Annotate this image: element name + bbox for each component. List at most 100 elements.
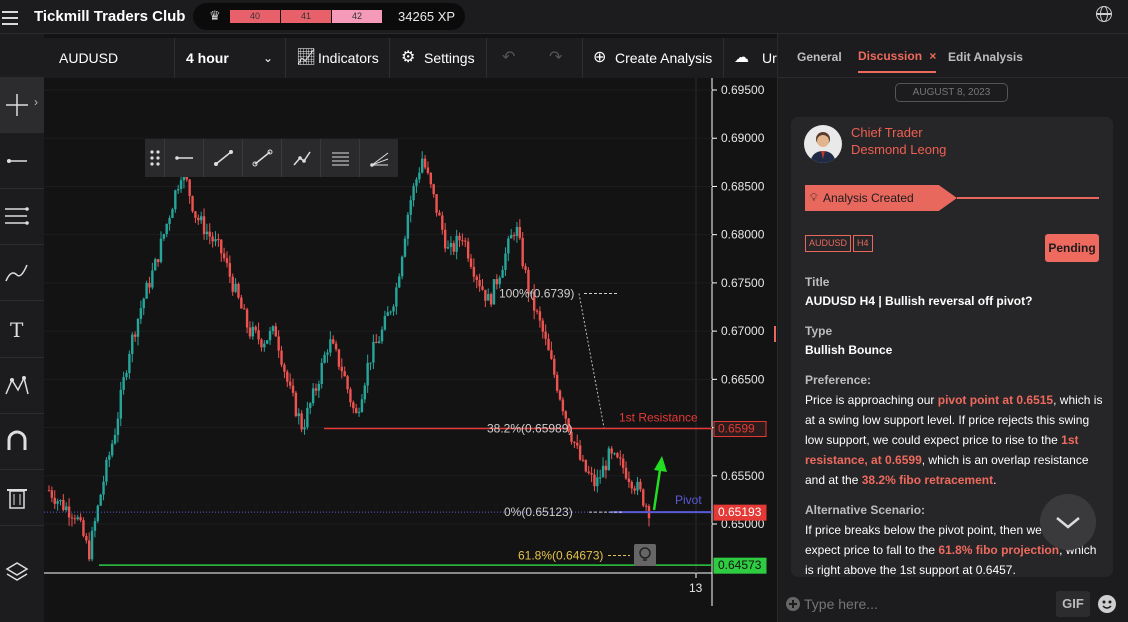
- add-attachment-icon[interactable]: [785, 596, 801, 612]
- fib-tool-icon[interactable]: [0, 189, 44, 245]
- scroll-down-button[interactable]: [1040, 494, 1096, 550]
- candle-body: [225, 258, 229, 264]
- candle-body: [464, 240, 467, 242]
- status-badge: Pending: [1045, 234, 1099, 262]
- highlight-span: pivot point at 0.6515: [937, 393, 1054, 407]
- candle-body: [243, 308, 246, 310]
- indicators-button[interactable]: Indicators: [318, 38, 379, 78]
- candle-body: [610, 448, 613, 454]
- banner-line: [957, 197, 1099, 199]
- pivot-label: Pivot: [675, 493, 702, 507]
- alt-scenario-label: Alternative Scenario:: [805, 503, 926, 517]
- redo-icon[interactable]: ↷: [549, 38, 562, 78]
- candle-body: [389, 311, 392, 313]
- pattern-tool-icon[interactable]: [0, 358, 44, 414]
- layers-icon[interactable]: [0, 544, 44, 600]
- emoji-icon[interactable]: [1097, 594, 1117, 614]
- undo-icon[interactable]: ↶: [502, 38, 515, 78]
- candle-body: [217, 239, 220, 241]
- horizontal-line-tool-icon[interactable]: [0, 133, 44, 189]
- candle-body: [191, 196, 194, 212]
- author-role: Chief Trader: [851, 125, 923, 140]
- candle-body: [62, 499, 65, 511]
- candle-body: [512, 235, 516, 237]
- candle-body: [636, 481, 639, 491]
- settings-button[interactable]: Settings: [424, 38, 475, 78]
- menu-icon[interactable]: [2, 7, 18, 27]
- candle-body: [535, 310, 539, 312]
- candle-body: [604, 465, 608, 471]
- candle-body: [400, 256, 404, 277]
- candle-body: [300, 413, 303, 430]
- candle-body: [268, 330, 272, 341]
- avatar: [804, 125, 842, 163]
- candle-body: [521, 237, 524, 267]
- candle-body: [122, 377, 125, 390]
- candle-body: [601, 465, 605, 478]
- candle-body: [627, 478, 631, 483]
- candle-body: [584, 459, 588, 472]
- resistance-label: 1st Resistance: [619, 411, 698, 425]
- magnet-tool-icon[interactable]: [0, 414, 44, 470]
- candle-body: [240, 297, 243, 309]
- text-span: Price is approaching our: [805, 393, 938, 407]
- crosshair-tool-icon[interactable]: ›: [0, 77, 44, 133]
- fib-diagonal: [578, 293, 605, 428]
- candle-body: [197, 217, 200, 221]
- drag-handle-icon[interactable]: [145, 139, 165, 177]
- candle-body: [504, 253, 507, 270]
- chevron-down-icon: [1056, 517, 1080, 529]
- candle-body: [553, 358, 556, 375]
- candle-body: [214, 239, 217, 242]
- message-input[interactable]: [804, 594, 1044, 614]
- candle-body: [550, 350, 553, 359]
- candle-body: [208, 231, 211, 237]
- candle-body: [131, 334, 134, 354]
- path-tool-icon[interactable]: [282, 139, 321, 177]
- tab-discussion[interactable]: Discussion ×: [858, 49, 937, 73]
- candle-body: [148, 282, 151, 288]
- type-value: Bullish Bounce: [805, 343, 893, 357]
- chevron-down-icon[interactable]: ⌄: [263, 38, 273, 78]
- candle-body: [47, 490, 51, 492]
- candle-body: [334, 343, 338, 350]
- create-analysis-button[interactable]: Create Analysis: [615, 38, 712, 78]
- tab-label: Discussion: [858, 49, 923, 63]
- candle-body: [452, 243, 455, 252]
- candle-body: [501, 269, 504, 278]
- symbol-tag: AUDUSD: [805, 235, 852, 252]
- trendline-tool-icon[interactable]: [204, 139, 243, 177]
- tab-edit-analysis[interactable]: Edit Analysis: [948, 50, 1023, 64]
- date-separator: AUGUST 8, 2023: [895, 83, 1008, 102]
- fan-tool-icon[interactable]: [360, 139, 399, 177]
- upload-button[interactable]: Ur: [762, 38, 777, 78]
- drawing-tools-sidebar: › T: [0, 34, 44, 622]
- segment-tool-icon[interactable]: [243, 139, 282, 177]
- candle-body: [498, 277, 501, 285]
- xp-count: 34265 XP: [398, 9, 456, 24]
- candle-body: [205, 231, 209, 235]
- candle-body: [128, 353, 131, 374]
- brush-tool-icon[interactable]: [0, 245, 44, 301]
- candle-body: [280, 350, 283, 365]
- tab-general[interactable]: General: [797, 50, 842, 64]
- x-tick-label: 13: [689, 581, 703, 595]
- candle-body: [472, 266, 476, 277]
- gif-button[interactable]: GIF: [1056, 591, 1090, 617]
- candle-body: [558, 390, 562, 400]
- candle-body: [110, 443, 114, 456]
- y-tick-label: 0.66500: [721, 372, 765, 386]
- ray-tool-icon[interactable]: [165, 139, 204, 177]
- close-icon[interactable]: ×: [929, 49, 936, 63]
- symbol-selector[interactable]: AUDUSD: [59, 38, 118, 78]
- trash-icon[interactable]: [0, 470, 44, 526]
- candle-body: [228, 263, 232, 277]
- candle-body: [323, 354, 326, 363]
- text-tool-icon[interactable]: T: [0, 302, 44, 358]
- globe-icon[interactable]: [1096, 6, 1112, 22]
- parallel-channel-icon[interactable]: [321, 139, 360, 177]
- candle-body: [151, 270, 154, 288]
- timeframe-select[interactable]: 4 hour: [186, 38, 229, 78]
- candle-body: [395, 287, 398, 307]
- candle-body: [469, 258, 473, 267]
